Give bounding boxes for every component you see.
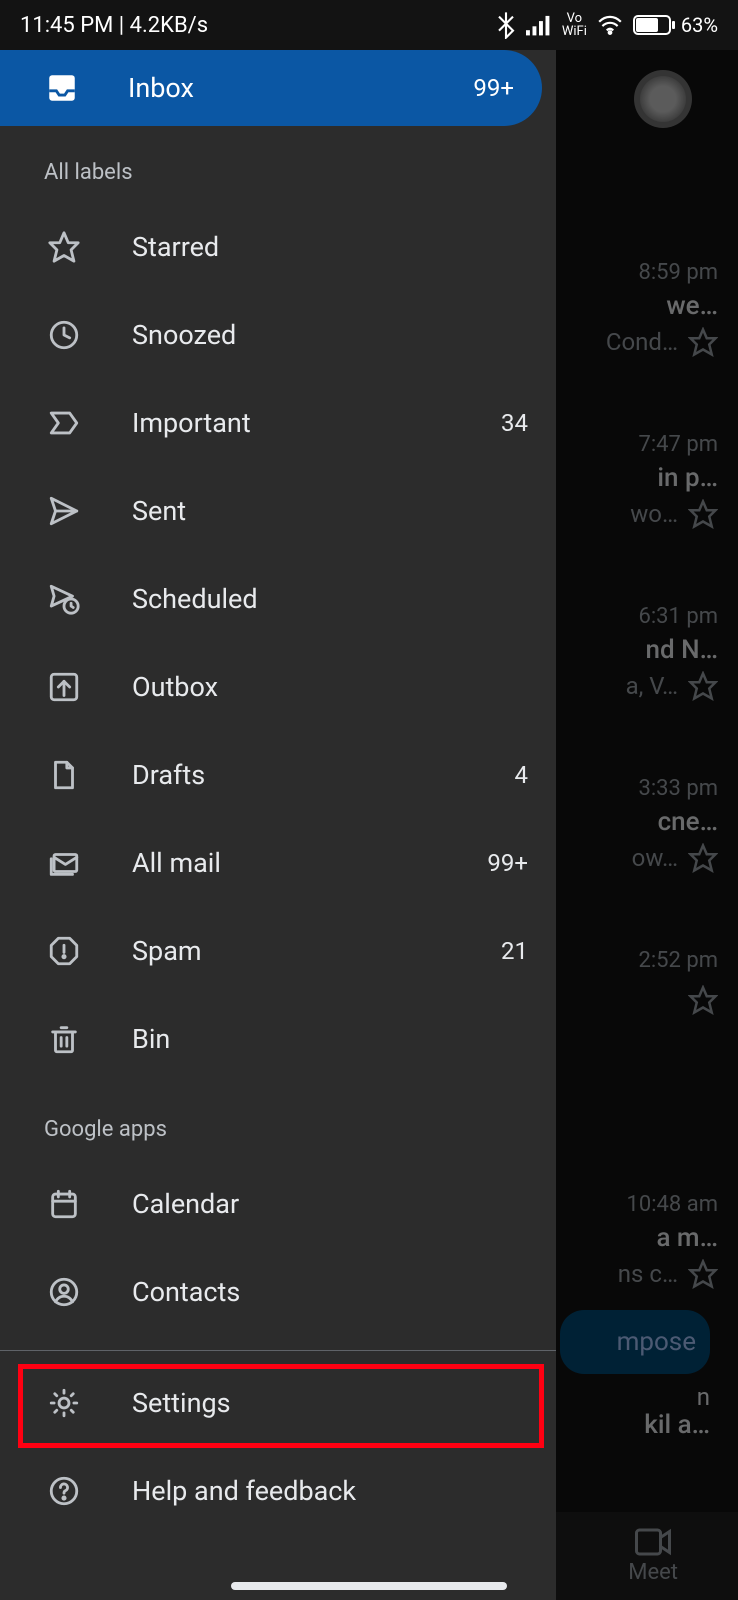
nav-item-all-mail[interactable]: All mail99+ — [0, 819, 556, 907]
nav-item-spam[interactable]: Spam21 — [0, 907, 556, 995]
nav-item-count: 21 — [501, 937, 528, 965]
nav-item-settings[interactable]: Settings — [0, 1359, 556, 1447]
nav-item-count: 4 — [515, 761, 529, 789]
nav-item-label: Drafts — [132, 759, 515, 791]
nav-item-label: Important — [132, 407, 501, 439]
help-icon — [44, 1471, 84, 1511]
nav-item-starred[interactable]: Starred — [0, 203, 556, 291]
home-indicator[interactable] — [231, 1582, 507, 1590]
inbox-icon — [44, 70, 80, 106]
nav-item-count: 99+ — [487, 849, 528, 877]
trash-icon — [44, 1019, 84, 1059]
bluetooth-icon — [496, 11, 516, 39]
nav-item-contacts[interactable]: Contacts — [0, 1248, 556, 1336]
nav-item-label: Contacts — [132, 1276, 528, 1308]
nav-item-label: Snoozed — [132, 319, 528, 351]
nav-item-label: Scheduled — [132, 583, 528, 615]
nav-item-sent[interactable]: Sent — [0, 467, 556, 555]
battery-pct: 63% — [681, 13, 718, 37]
status-time: 11:45 PM | 4.2KB/s — [20, 13, 208, 38]
nav-item-drafts[interactable]: Drafts4 — [0, 731, 556, 819]
nav-item-help-and-feedback[interactable]: Help and feedback — [0, 1447, 556, 1535]
section-google-apps: Google apps — [0, 1083, 556, 1160]
nav-item-important[interactable]: Important34 — [0, 379, 556, 467]
nav-item-label: Spam — [132, 935, 501, 967]
star-icon — [44, 227, 84, 267]
nav-item-bin[interactable]: Bin — [0, 995, 556, 1083]
nav-item-label: All mail — [132, 847, 487, 879]
nav-item-label: Bin — [132, 1023, 528, 1055]
chevron-ds-icon — [44, 403, 84, 443]
nav-item-label: Calendar — [132, 1188, 528, 1220]
battery-indicator: 63% — [633, 13, 718, 37]
nav-item-calendar[interactable]: Calendar — [0, 1160, 556, 1248]
nav-item-outbox[interactable]: Outbox — [0, 643, 556, 731]
signal-icon — [526, 14, 552, 36]
calendar-icon — [44, 1184, 84, 1224]
nav-item-label: Starred — [132, 231, 528, 263]
gear-icon — [44, 1383, 84, 1423]
nav-item-label: Help and feedback — [132, 1475, 528, 1507]
nav-item-scheduled[interactable]: Scheduled — [0, 555, 556, 643]
nav-item-count: 34 — [501, 409, 528, 437]
nav-item-label: Sent — [132, 495, 528, 527]
nav-item-count: 99+ — [473, 74, 514, 102]
wifi-icon — [597, 14, 623, 36]
nav-item-label: Settings — [132, 1387, 528, 1419]
nav-item-inbox[interactable]: Inbox 99+ — [0, 50, 542, 126]
send-clock-icon — [44, 579, 84, 619]
divider — [0, 1350, 556, 1351]
vowifi-label: Vo WiFi — [562, 12, 587, 38]
clock-icon — [44, 315, 84, 355]
nav-item-snoozed[interactable]: Snoozed — [0, 291, 556, 379]
contact-icon — [44, 1272, 84, 1312]
nav-drawer: Inbox 99+ All labels Starred Snoozed Impor… — [0, 50, 556, 1600]
nav-item-label: Outbox — [132, 671, 528, 703]
nav-item-label: Inbox — [128, 72, 473, 104]
mail-all-icon — [44, 843, 84, 883]
outbox-icon — [44, 667, 84, 707]
section-all-labels: All labels — [0, 126, 556, 203]
status-bar: 11:45 PM | 4.2KB/s Vo WiFi 63% — [0, 0, 738, 50]
send-icon — [44, 491, 84, 531]
file-icon — [44, 755, 84, 795]
octagon-alert-icon — [44, 931, 84, 971]
